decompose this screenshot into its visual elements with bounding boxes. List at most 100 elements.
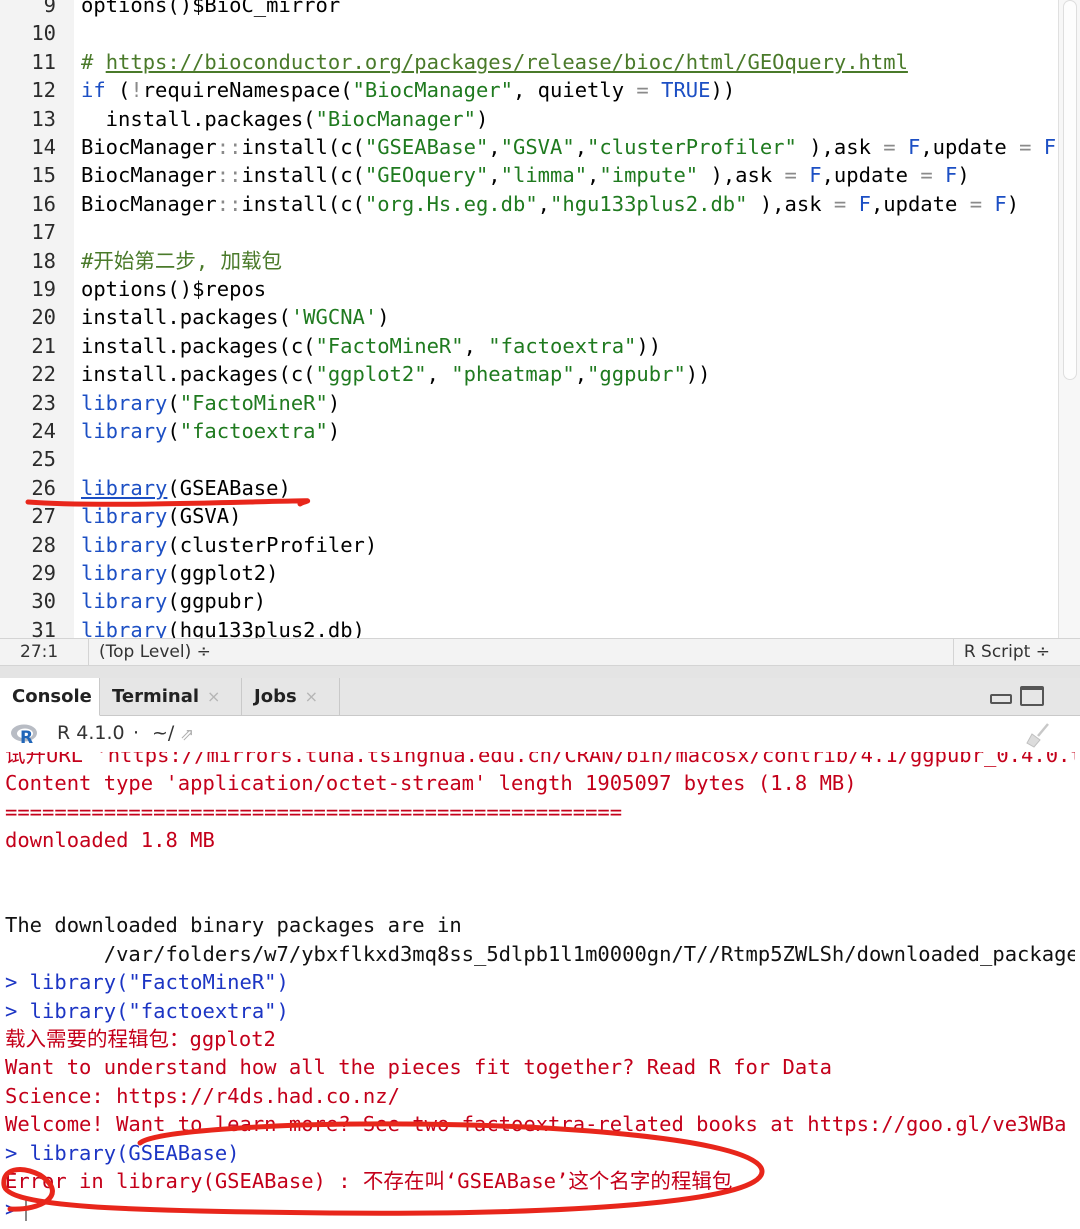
- code-text: BiocManager::install(c("GSEABase","GSVA"…: [81, 133, 1068, 161]
- line-number: 19: [31, 277, 56, 301]
- code-token: F: [1043, 135, 1057, 159]
- code-line[interactable]: 16 BiocManager::install(c("org.Hs.eg.db",…: [0, 190, 1060, 218]
- code-line[interactable]: 15 BiocManager::install(c("GEOquery","lim…: [0, 161, 1060, 189]
- scope-selector[interactable]: (Top Level) ÷: [88, 639, 221, 665]
- code-text: library(hgu133plus2.db): [81, 616, 365, 638]
- header-separator: ·: [133, 722, 140, 744]
- code-line[interactable]: 13 install.packages("BiocManager"): [0, 105, 1060, 133]
- code-token: ,: [463, 333, 489, 358]
- code-token: =: [1019, 135, 1032, 159]
- code-line[interactable]: 29 library(ggplot2): [0, 559, 1060, 587]
- code-text: install.packages("BiocManager"): [81, 105, 489, 133]
- tab-console[interactable]: Console: [0, 678, 100, 716]
- code-token: #开始第二步, 加载包: [81, 248, 283, 273]
- code-token: ,: [488, 135, 501, 159]
- code-token: ): [327, 419, 341, 443]
- code-token: library: [81, 390, 168, 415]
- code-text: # https://bioconductor.org/packages/rele…: [81, 48, 908, 76]
- code-line[interactable]: 31 library(hgu133plus2.db): [0, 616, 1060, 638]
- cursor-position: 27:1: [20, 642, 59, 662]
- editor-scrollbar[interactable]: [1058, 0, 1080, 638]
- svg-text:R: R: [20, 728, 33, 745]
- code-token: )): [685, 362, 711, 387]
- code-line[interactable]: 19 options()$repos: [0, 275, 1060, 303]
- code-token: "GEOquery": [364, 163, 489, 188]
- code-token: (: [167, 419, 180, 443]
- console-input-line: > library("FactoMineR"): [5, 970, 289, 995]
- tab-terminal[interactable]: Terminal ×: [100, 678, 242, 716]
- code-token: ,: [574, 135, 588, 159]
- code-text: library("factoextra"): [81, 417, 340, 445]
- editor-status-bar: 27:1 (Top Level) ÷ R Script ÷: [0, 638, 1080, 666]
- working-directory[interactable]: ~/: [152, 722, 174, 744]
- code-token: "impute": [599, 163, 699, 188]
- code-line[interactable]: 20 install.packages('WGCNA'): [0, 303, 1060, 331]
- minimize-icon[interactable]: [990, 694, 1012, 704]
- r-version: R 4.1.0: [57, 722, 125, 744]
- file-type-selector[interactable]: R Script ÷: [952, 639, 1060, 665]
- code-line[interactable]: 24 library("factoextra"): [0, 417, 1060, 445]
- tab-jobs-label: Jobs: [254, 686, 297, 707]
- code-token: "pheatmap": [451, 362, 575, 387]
- close-tab-icon[interactable]: ×: [207, 687, 220, 706]
- line-number: 24: [31, 419, 56, 443]
- code-line[interactable]: 28 library(clusterProfiler): [0, 531, 1060, 559]
- code-line[interactable]: 11 # https://bioconductor.org/packages/re…: [0, 48, 1060, 76]
- code-text: install.packages(c("ggplot2", "pheatmap"…: [81, 360, 710, 388]
- code-line[interactable]: 9 options()$BioC_mirror: [0, 0, 1060, 19]
- code-token: library: [81, 532, 168, 557]
- code-token: ::: [216, 191, 242, 216]
- code-token: "BiocManager": [315, 106, 476, 131]
- tab-jobs[interactable]: Jobs ×: [242, 678, 340, 716]
- code-line[interactable]: 22 install.packages(c("ggplot2", "pheatma…: [0, 360, 1060, 388]
- line-number: 31: [31, 617, 56, 638]
- code-token: "FactoMineR": [179, 390, 328, 415]
- line-number: 18: [31, 248, 56, 273]
- console-output-line: ========================================…: [5, 799, 623, 824]
- console-output-line: 试开URL 'https://mirrors.tuna.tsinghua.edu…: [5, 752, 1075, 767]
- code-line[interactable]: 23 library("FactoMineR"): [0, 389, 1060, 417]
- code-line[interactable]: 10: [0, 19, 1060, 47]
- code-line[interactable]: 12 if (!requireNamespace("BiocManager", q…: [0, 76, 1060, 104]
- code-text: library("FactoMineR"): [81, 389, 340, 417]
- line-number: 20: [31, 305, 56, 330]
- code-token: BiocManager: [81, 191, 217, 216]
- clear-console-broom-icon[interactable]: [1026, 722, 1052, 748]
- code-line[interactable]: 17: [0, 218, 1060, 246]
- console-header: R R 4.1.0 · ~/ ⇗: [0, 716, 1080, 752]
- r-logo-icon: R: [11, 724, 37, 745]
- code-line[interactable]: 21 install.packages(c("FactoMineR", "fact…: [0, 332, 1060, 360]
- code-token: BiocManager: [81, 135, 217, 159]
- code-line[interactable]: 18 #开始第二步, 加载包: [0, 247, 1060, 275]
- line-number: 11: [31, 49, 56, 74]
- code-line[interactable]: 14 BiocManager::install(c("GSEABase","GSV…: [0, 133, 1068, 161]
- code-token: (: [167, 390, 180, 415]
- close-tab-icon[interactable]: ×: [305, 687, 318, 706]
- console-output-line: downloaded 1.8 MB: [5, 828, 215, 853]
- code-line[interactable]: 25: [0, 445, 1060, 473]
- code-text: library(ggplot2): [81, 559, 279, 587]
- code-token: TRUE: [661, 78, 711, 103]
- code-token: =: [636, 78, 649, 103]
- code-token: )): [710, 78, 736, 103]
- code-token: ): [957, 163, 970, 188]
- code-token: install.packages(: [81, 106, 316, 131]
- code-token: ,: [537, 191, 551, 216]
- code-token: install.packages(: [81, 305, 291, 330]
- source-editor[interactable]: 9 options()$BioC_mirror 10 11 # https://bioc…: [0, 0, 1080, 638]
- code-token: ),ask: [796, 135, 884, 159]
- maximize-icon[interactable]: [1020, 686, 1044, 706]
- code-token: install(c(: [241, 191, 365, 216]
- code-token: )): [636, 333, 662, 358]
- code-token: (ggpubr): [167, 589, 267, 614]
- editor-scrollbar-thumb[interactable]: [1063, 0, 1077, 380]
- code-line[interactable]: 30 library(ggpubr): [0, 587, 1060, 615]
- code-token: ): [377, 305, 390, 330]
- goto-dir-icon[interactable]: ⇗: [180, 725, 194, 745]
- console-output-line: Science: https://r4ds.had.co.nz/: [5, 1083, 400, 1108]
- code-token: install.packages(c(: [81, 333, 316, 358]
- code-token: "factoextra": [179, 419, 328, 443]
- pane-splitter[interactable]: [0, 666, 1080, 678]
